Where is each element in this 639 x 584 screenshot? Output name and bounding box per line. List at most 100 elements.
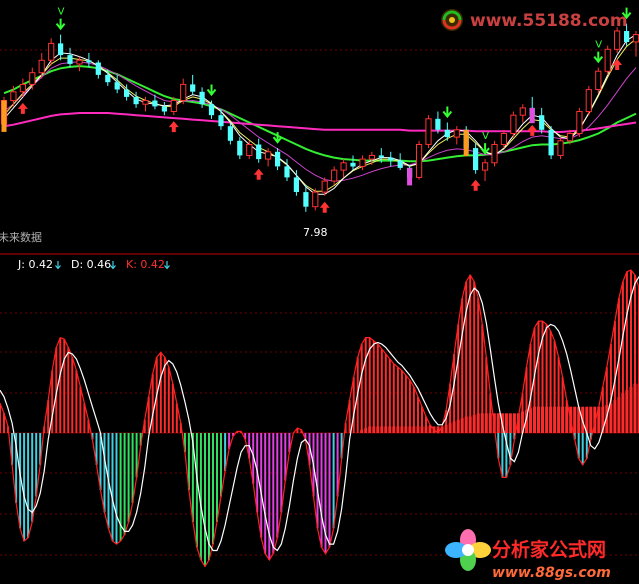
v-signal-label: V [482, 131, 489, 142]
candle-body [378, 155, 384, 158]
buy-arrow-icon [319, 201, 330, 213]
candle-body [218, 115, 224, 127]
kdj-d-label: D: 0.46 [71, 258, 111, 271]
candle-body [510, 114, 517, 134]
candle-body [38, 59, 45, 74]
candle-body [350, 162, 356, 167]
candle-body [539, 115, 545, 130]
chart-canvas: V V V 未来数据 7.98 J: 0.42 D: 0.46 K: 0.42 ww… [0, 7, 639, 581]
sell-arrow-icon [593, 51, 604, 64]
candle-body [500, 133, 507, 145]
site-logo-top: www.55188.com [441, 9, 628, 31]
chart-stage: V V V 未来数据 7.98 J: 0.42 D: 0.46 K: 0.42 ww… [0, 0, 639, 584]
candle-body [227, 126, 233, 141]
sell-arrow-icon [206, 84, 217, 97]
candle-body [86, 60, 92, 63]
candle-body [321, 180, 328, 193]
k-down-arrow-icon [164, 261, 170, 270]
highlight-bar [407, 167, 413, 186]
candle-body [368, 154, 375, 160]
d-down-arrow-icon [110, 261, 116, 270]
candle-body [105, 74, 111, 83]
candle-body [548, 129, 554, 156]
candle-body [48, 42, 55, 61]
candle-body [246, 144, 253, 156]
candle-body [416, 144, 423, 178]
highlight-bar [1, 100, 7, 132]
candle-body [10, 91, 17, 102]
candle-body [453, 129, 460, 138]
buy-arrow-icon [527, 124, 538, 136]
buy-arrow-icon [168, 121, 179, 133]
low-price-label: 7.98 [303, 226, 328, 239]
kdj-j-label: J: 0.42 [17, 258, 53, 271]
candle-body [595, 70, 602, 90]
candle-body [208, 104, 215, 116]
candle-body [29, 72, 36, 85]
candle-body [473, 148, 479, 171]
buy-arrow-icon [612, 58, 623, 70]
candle-body [303, 192, 309, 207]
candle-body [491, 144, 498, 164]
candle-body [152, 100, 158, 107]
candle-body [624, 31, 630, 42]
candle-body [124, 89, 130, 97]
candle-body [142, 100, 149, 105]
watermark-bottom-url: www.88gs.com [492, 565, 611, 581]
watermark-bottom-cn: 分析家公式网 [492, 538, 606, 561]
candle-body [482, 162, 489, 171]
candle-body [76, 59, 83, 65]
candle-body [284, 166, 290, 178]
future-data-label: 未来数据 [0, 230, 42, 244]
candle-body [293, 177, 299, 192]
candle-body [585, 89, 592, 113]
candle-body [190, 84, 196, 92]
candle-body [256, 144, 262, 160]
candle-body [425, 118, 432, 145]
j-down-arrow-icon [55, 261, 61, 270]
candle-body [275, 151, 281, 167]
candle-body [95, 62, 101, 75]
candle-body [67, 55, 73, 64]
highlight-bar [463, 129, 469, 157]
buy-arrow-icon [470, 179, 481, 191]
candle-body [397, 160, 403, 168]
candle-body [331, 169, 338, 182]
candle-body [632, 34, 639, 43]
candle-body [614, 30, 621, 50]
price-panel[interactable]: V V V [0, 7, 639, 213]
watermark-top-text: www.55188.com [470, 11, 628, 31]
candle-body [576, 111, 583, 134]
flower-logo-icon [445, 529, 491, 571]
candle-body [435, 118, 441, 130]
buy-arrow-icon [253, 168, 264, 180]
kdj-k-label: K: 0.42 [126, 258, 165, 271]
candle-body [199, 91, 205, 105]
v-signal-label: V [58, 7, 65, 18]
candle-body [519, 107, 526, 116]
candle-body [133, 96, 139, 105]
candle-body [170, 100, 177, 112]
candle-body [444, 129, 450, 138]
sell-arrow-icon [480, 143, 490, 155]
v-signal-label: V [595, 40, 602, 51]
buy-arrow-icon [17, 102, 28, 114]
candle-body [604, 48, 611, 72]
kdj-panel[interactable] [0, 269, 639, 568]
candle-body [58, 43, 64, 56]
candle-body [557, 140, 564, 156]
sell-arrow-icon [55, 18, 66, 31]
swirl-logo-core [449, 17, 455, 23]
candle-body [180, 83, 187, 102]
candle-body [114, 82, 120, 90]
candle-body [388, 157, 394, 161]
candle-body [161, 106, 167, 112]
sell-arrow-icon [442, 106, 453, 119]
candle-body [19, 83, 26, 93]
candle-body [265, 151, 272, 160]
candle-body [359, 158, 366, 167]
candle-body [340, 162, 347, 171]
candle-body [237, 140, 243, 156]
site-logo-bottom: 分析家公式网 www.88gs.com [445, 529, 611, 581]
candle-body [312, 191, 319, 208]
